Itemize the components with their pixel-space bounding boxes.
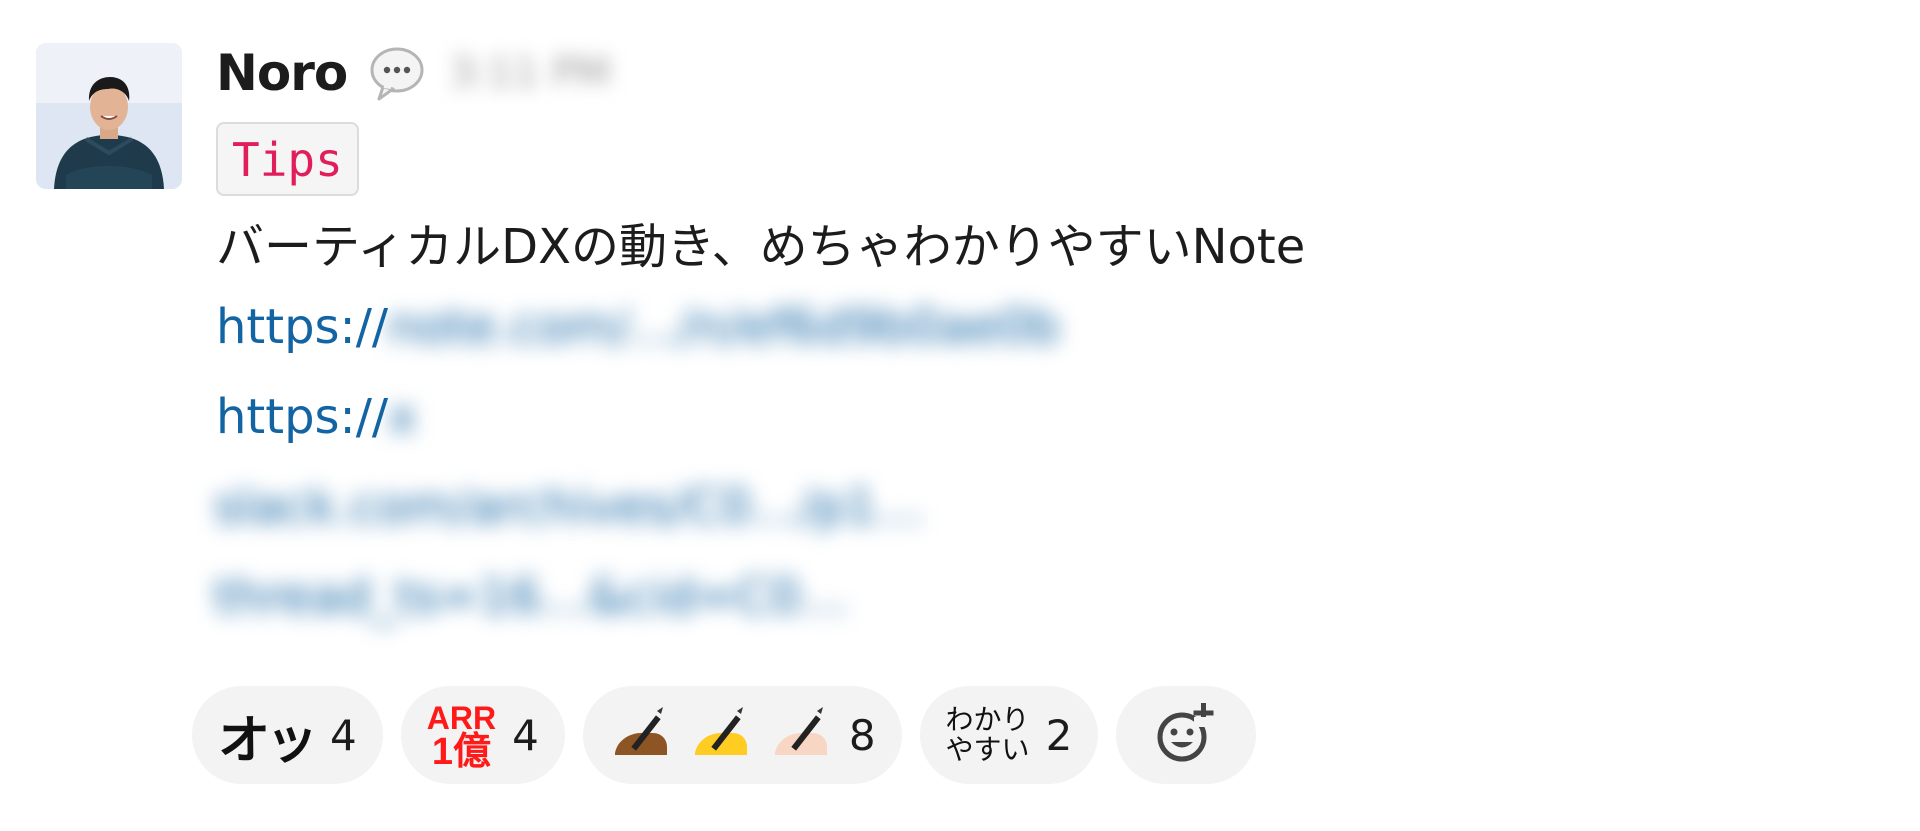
reaction-writing-hand[interactable]: 8: [582, 686, 902, 784]
link-2-rest[interactable]: x: [388, 372, 416, 462]
writing-hand-icon: [609, 703, 673, 767]
arr-1oku-emoji-icon: ARR 1億: [426, 700, 497, 773]
add-reaction-button[interactable]: [1116, 686, 1257, 784]
reaction-count: 2: [1045, 710, 1073, 760]
message-content: Noro 3:11 PM Tips バーティカルDXの動き、めちゃわかりやすいN…: [214, 38, 1896, 642]
speech-bubble-icon: [367, 43, 427, 103]
link-2-prefix[interactable]: https://: [216, 389, 388, 445]
link-2-continued-line-2[interactable]: thread_ts=16…&cid=C0…: [214, 552, 1896, 642]
link-2[interactable]: https://x: [216, 372, 1896, 462]
reaction-count: 8: [848, 710, 876, 760]
reaction-otsu[interactable]: オッ 4: [192, 686, 383, 784]
avatar[interactable]: [36, 43, 182, 189]
reaction-count: 4: [330, 710, 357, 760]
arr-emoji-line-1: ARR: [426, 700, 497, 736]
wakariyasui-emoji-icon: わかり やすい: [946, 705, 1030, 765]
reaction-count: 4: [512, 710, 539, 760]
message-text: バーティカルDXの動き、めちゃわかりやすいNote: [216, 219, 1306, 275]
otsu-emoji-icon: オッ: [218, 710, 318, 771]
tips-code-tag: Tips: [216, 122, 359, 196]
arr-emoji-line-2: 1億: [431, 731, 491, 773]
link-1-rest[interactable]: note.com/…/n/ef6d9b0ae0b: [388, 282, 1060, 372]
writing-hand-icon: [689, 703, 753, 767]
avatar-image: [36, 43, 182, 189]
link-1-prefix[interactable]: https://: [216, 299, 388, 355]
link-1[interactable]: https://note.com/…/n/ef6d9b0ae0b: [216, 282, 1896, 372]
reaction-wakariyasui[interactable]: わかり やすい 2: [919, 686, 1099, 784]
author-name[interactable]: Noro: [216, 44, 348, 102]
writing-hand-icon: [769, 703, 833, 767]
message-header: Noro 3:11 PM: [216, 38, 1896, 108]
timestamp[interactable]: 3:11 PM: [449, 50, 610, 96]
wakari-emoji-line-1: わかり: [945, 703, 1030, 736]
add-reaction-icon: [1154, 701, 1218, 769]
message: Noro 3:11 PM Tips バーティカルDXの動き、めちゃわかりやすいN…: [0, 0, 1920, 831]
wakari-emoji-line-2: やすい: [945, 733, 1030, 766]
link-2-continued-line-1[interactable]: slack.com/archives/C0…/p1…: [214, 462, 1896, 552]
reaction-arr-1oku[interactable]: ARR 1億 4: [400, 686, 565, 784]
reactions-bar: オッ 4 ARR 1億 4 8 わかり やすい 2: [192, 686, 1257, 784]
